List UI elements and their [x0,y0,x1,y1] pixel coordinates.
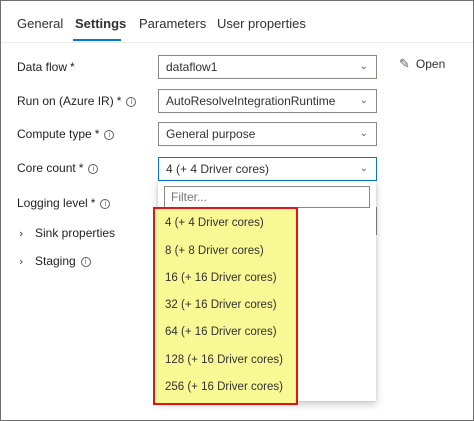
info-icon[interactable]: i [104,130,115,140]
info-icon[interactable]: i [126,97,137,107]
required-marker: * [94,127,100,141]
required-marker: * [70,60,75,74]
tab-bar: General Settings Parameters User propert… [1,1,473,43]
option-32-cores[interactable]: 32 (+ 16 Driver cores) [165,299,277,311]
logging-level-label-text: Logging level [17,196,88,210]
option-128-cores[interactable]: 128 (+ 16 Driver cores) [165,354,283,366]
chevron-down-icon: ⌄ [359,61,368,72]
chevron-right-icon: › [19,227,24,240]
compute-type-value: General purpose [166,127,256,141]
tab-settings[interactable]: Settings [75,16,126,31]
required-marker: * [116,94,122,108]
chevron-right-icon: › [19,255,24,268]
sink-properties-label: Sink properties [35,226,116,240]
core-count-select[interactable]: 4 (+ 4 Driver cores) ⌄ [158,157,377,181]
core-count-label: Core count * i [17,161,99,175]
data-flow-label-text: Data flow [17,60,68,74]
option-16-cores[interactable]: 16 (+ 16 Driver cores) [165,272,277,284]
info-icon[interactable]: i [100,199,111,209]
required-marker: * [78,161,84,175]
run-on-label: Run on (Azure IR) * i [17,94,137,108]
info-icon[interactable]: i [80,257,91,267]
data-flow-label: Data flow * [17,60,75,74]
core-count-label-text: Core count [17,161,76,175]
data-flow-select[interactable]: dataflow1 ⌄ [158,55,377,79]
compute-type-select[interactable]: General purpose ⌄ [158,122,377,146]
chevron-down-icon: ⌄ [359,128,368,139]
info-icon[interactable]: i [88,164,99,174]
chevron-down-icon: ⌄ [359,163,368,174]
sink-properties-expander[interactable]: › Sink properties [19,226,115,240]
active-tab-indicator [73,39,121,41]
option-4-cores[interactable]: 4 (+ 4 Driver cores) [165,217,264,229]
chevron-down-icon: ⌄ [359,95,368,106]
compute-type-label-text: Compute type [17,127,92,141]
option-256-cores[interactable]: 256 (+ 16 Driver cores) [165,381,283,393]
tab-general[interactable]: General [17,16,63,31]
required-marker: * [90,196,96,210]
data-flow-value: dataflow1 [166,60,218,74]
tab-parameters[interactable]: Parameters [139,16,206,31]
compute-type-label: Compute type * i [17,127,115,141]
filter-input[interactable] [164,186,370,208]
staging-expander[interactable]: › Staging i [19,254,91,268]
run-on-select[interactable]: AutoResolveIntegrationRuntime ⌄ [158,89,377,113]
pencil-icon: ✎ [399,57,410,72]
option-8-cores[interactable]: 8 (+ 8 Driver cores) [165,245,264,257]
settings-panel: General Settings Parameters User propert… [0,0,474,421]
open-label: Open [415,57,446,71]
run-on-label-text: Run on (Azure IR) [17,94,114,108]
core-count-value: 4 (+ 4 Driver cores) [166,162,270,176]
staging-label: Staging [35,254,76,268]
run-on-value: AutoResolveIntegrationRuntime [166,94,336,108]
open-button[interactable]: ✎ Open [399,57,445,72]
logging-level-label: Logging level * i [17,196,111,210]
option-64-cores[interactable]: 64 (+ 16 Driver cores) [165,326,277,338]
tab-user-properties[interactable]: User properties [217,16,306,31]
